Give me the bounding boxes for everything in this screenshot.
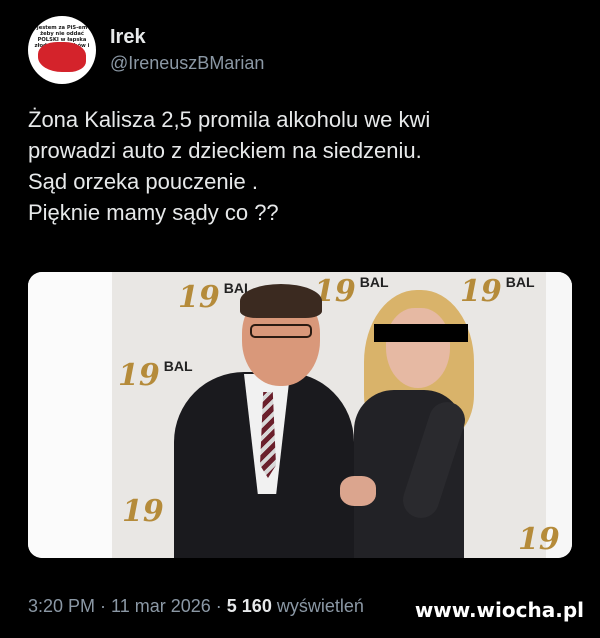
event-logo: 19 [518, 522, 560, 557]
tweet-line: prowadzi auto z dzieckiem na siedzeniu. [28, 138, 422, 163]
tweet-line: Pięknie mamy sądy co ?? [28, 200, 279, 225]
author-names: Irek @IreneuszBMarian [110, 25, 264, 75]
tweet-date[interactable]: 11 mar 2026 [111, 596, 211, 616]
display-name[interactable]: Irek [110, 25, 264, 49]
woman-face [386, 308, 450, 388]
censor-bar [374, 324, 468, 342]
photo-border-left [28, 272, 112, 558]
avatar[interactable]: Jestem za PiS-em żeby nie oddać POLSKI w… [28, 16, 96, 84]
views-label: wyświetleń [276, 596, 364, 616]
tweet-line: Sąd orzeka pouczenie . [28, 169, 258, 194]
event-logo: 19 BAL [314, 274, 389, 309]
tweet-photo[interactable]: 19 BAL 19 BAL 19 BAL 19 BAL 19 19 [28, 272, 572, 558]
tweet-header: Jestem za PiS-em żeby nie oddać POLSKI w… [28, 16, 264, 84]
views-count[interactable]: 5 160 [227, 596, 272, 616]
meta-separator: · [95, 596, 112, 616]
poland-map-icon [38, 42, 86, 72]
event-logo: 19 BAL [118, 358, 193, 393]
meta-separator: · [210, 596, 227, 616]
user-handle[interactable]: @IreneuszBMarian [110, 51, 264, 75]
event-logo: 19 [122, 494, 164, 529]
photo-border-right [546, 272, 572, 558]
tweet-time[interactable]: 3:20 PM [28, 596, 95, 616]
glasses [250, 324, 312, 338]
site-watermark: www.wiocha.pl [414, 598, 584, 622]
tweet-text: Żona Kalisza 2,5 promila alkoholu we kwi… [28, 104, 588, 228]
tweet-line: Żona Kalisza 2,5 promila alkoholu we kwi [28, 107, 431, 132]
man-hair [240, 284, 322, 318]
joined-hands [340, 476, 376, 506]
event-logo: 19 BAL [460, 274, 535, 309]
tweet-meta: 3:20 PM · 11 mar 2026 · 5 160 wyświetleń [28, 596, 364, 617]
